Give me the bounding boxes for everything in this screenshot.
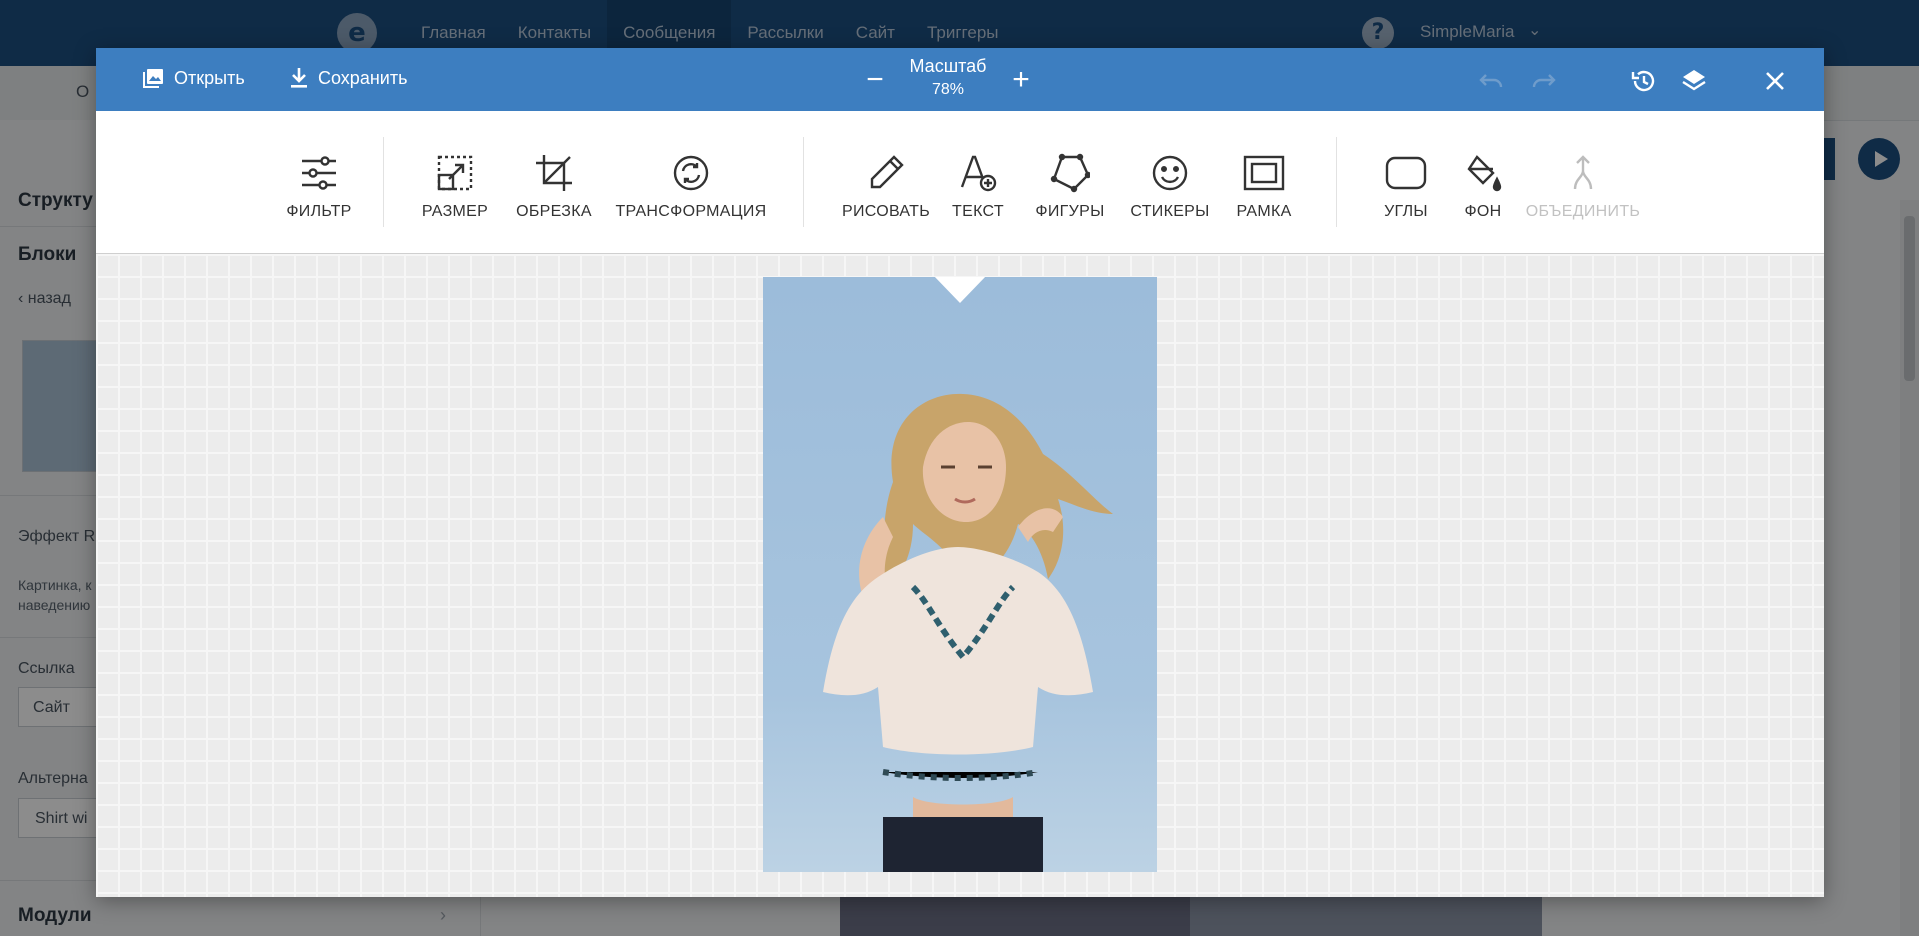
tool-shapes[interactable]: ФИГУРЫ: [1034, 151, 1106, 231]
tool-transform[interactable]: ТРАНСФОРМАЦИЯ: [615, 151, 767, 231]
toolbar-divider: [1336, 137, 1337, 227]
download-icon: [288, 66, 310, 90]
tool-text[interactable]: ТЕКСТ: [948, 151, 1008, 231]
edited-photo[interactable]: [763, 277, 1157, 872]
crop-icon: [530, 151, 578, 195]
tool-label: СТИКЕРЫ: [1130, 203, 1210, 220]
tool-label: ТЕКСТ: [952, 203, 1004, 220]
photo-top-marker: [933, 277, 987, 303]
paint-bucket-icon: [1459, 151, 1507, 195]
tool-label: РИСОВАТЬ: [841, 203, 931, 220]
tool-label: ТРАНСФОРМАЦИЯ: [615, 203, 767, 220]
resize-icon: [431, 151, 479, 195]
transform-icon: [667, 151, 715, 195]
redo-icon[interactable]: [1528, 66, 1558, 96]
tool-frame[interactable]: РАМКА: [1232, 151, 1296, 231]
editor-canvas[interactable]: [96, 254, 1824, 897]
tool-merge[interactable]: ОБЪЕДИНИТЬ: [1525, 151, 1641, 231]
tool-crop[interactable]: ОБРЕЗКА: [514, 151, 594, 231]
merge-icon: [1559, 151, 1607, 195]
save-label: Сохранить: [318, 67, 408, 88]
history-icon[interactable]: [1629, 66, 1659, 96]
toolbar-divider: [383, 137, 384, 227]
editor-header: Открыть Сохранить − Масштаб 78% +: [96, 48, 1824, 111]
image-icon: [142, 66, 166, 90]
tool-label: ОБЪЕДИНИТЬ: [1525, 203, 1641, 220]
tool-label: ФОН: [1464, 203, 1502, 220]
undo-icon[interactable]: [1477, 66, 1507, 96]
save-button[interactable]: Сохранить: [288, 66, 407, 90]
photo-illustration: [763, 277, 1157, 872]
filter-icon: [295, 151, 343, 195]
image-editor-modal: Открыть Сохранить − Масштаб 78% + ФИЛЬТР…: [96, 48, 1824, 897]
tool-label: РАМКА: [1236, 203, 1292, 220]
shapes-icon: [1046, 151, 1094, 195]
frame-icon: [1240, 151, 1288, 195]
tool-filter[interactable]: ФИЛЬТР: [279, 151, 359, 231]
open-button[interactable]: Открыть: [142, 66, 245, 90]
close-icon[interactable]: [1760, 66, 1790, 96]
tool-label: ОБРЕЗКА: [516, 203, 592, 220]
tool-draw[interactable]: РИСОВАТЬ: [841, 151, 931, 231]
pencil-icon: [862, 151, 910, 195]
tool-label: ФИГУРЫ: [1035, 203, 1105, 220]
open-label: Открыть: [174, 67, 245, 88]
toolbar-divider: [803, 137, 804, 227]
text-icon: [954, 151, 1002, 195]
zoom-value: 78%: [931, 81, 965, 98]
zoom-in-button[interactable]: +: [1006, 65, 1036, 96]
sticker-icon: [1146, 151, 1194, 195]
tool-stickers[interactable]: СТИКЕРЫ: [1127, 151, 1213, 231]
zoom-label: Масштаб: [909, 56, 987, 76]
tool-label: РАЗМЕР: [421, 203, 489, 220]
editor-toolbar: ФИЛЬТР РАЗМЕР ОБРЕЗКА ТРАНСФОРМАЦИЯ РИСО…: [96, 111, 1824, 254]
tool-label: ФИЛЬТР: [286, 203, 352, 220]
tool-corners[interactable]: УГЛЫ: [1376, 151, 1436, 231]
corners-icon: [1382, 151, 1430, 195]
tool-background[interactable]: ФОН: [1458, 151, 1508, 231]
tool-resize[interactable]: РАЗМЕР: [418, 151, 492, 231]
zoom-display: Масштаб 78%: [883, 56, 1013, 99]
layers-icon[interactable]: [1679, 66, 1709, 96]
tool-label: УГЛЫ: [1384, 203, 1428, 220]
